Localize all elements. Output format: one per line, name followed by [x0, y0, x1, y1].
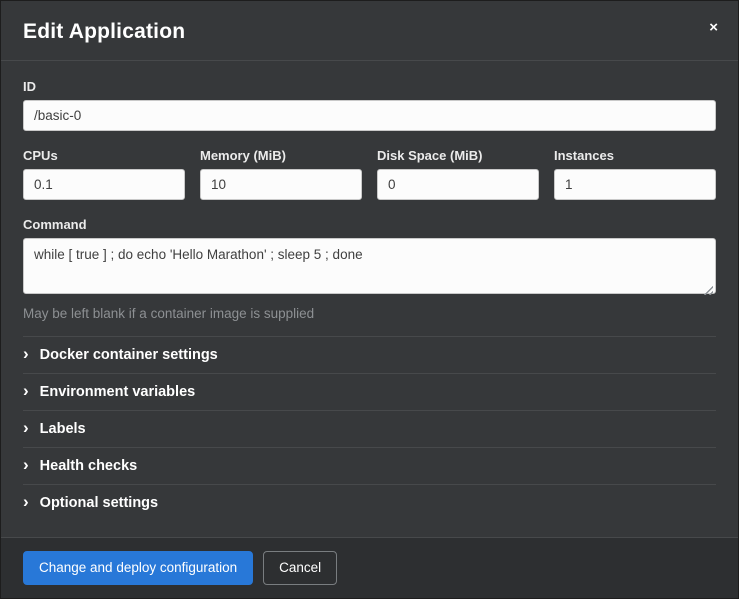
section-label: Health checks [40, 458, 138, 474]
instances-input[interactable] [554, 169, 716, 200]
command-textarea[interactable]: while [ true ] ; do echo 'Hello Marathon… [23, 238, 716, 294]
instances-label: Instances [554, 148, 716, 163]
memory-label: Memory (MiB) [200, 148, 362, 163]
instances-field-group: Instances [554, 148, 716, 200]
cpus-input[interactable] [23, 169, 185, 200]
id-label: ID [23, 79, 716, 94]
section-environment-variables[interactable]: › Environment variables [23, 373, 716, 410]
accordion-sections: › Docker container settings › Environmen… [23, 336, 716, 521]
id-field-group: ID [23, 79, 716, 131]
memory-input[interactable] [200, 169, 362, 200]
chevron-right-icon: › [23, 384, 29, 398]
chevron-right-icon: › [23, 495, 29, 509]
chevron-right-icon: › [23, 347, 29, 361]
section-optional-settings[interactable]: › Optional settings [23, 484, 716, 521]
section-label: Environment variables [40, 384, 196, 400]
memory-field-group: Memory (MiB) [200, 148, 362, 200]
command-textarea-wrap: while [ true ] ; do echo 'Hello Marathon… [23, 238, 716, 299]
modal-body: ID CPUs Memory (MiB) Disk Space (MiB) In… [1, 61, 738, 537]
section-docker-container-settings[interactable]: › Docker container settings [23, 336, 716, 373]
modal-footer: Change and deploy configuration Cancel [1, 537, 738, 598]
resources-row: CPUs Memory (MiB) Disk Space (MiB) Insta… [23, 148, 716, 200]
cpus-label: CPUs [23, 148, 185, 163]
section-labels[interactable]: › Labels [23, 410, 716, 447]
modal-header: Edit Application × [1, 1, 738, 61]
disk-field-group: Disk Space (MiB) [377, 148, 539, 200]
chevron-right-icon: › [23, 458, 29, 472]
disk-input[interactable] [377, 169, 539, 200]
section-label: Optional settings [40, 495, 158, 511]
disk-label: Disk Space (MiB) [377, 148, 539, 163]
change-and-deploy-button[interactable]: Change and deploy configuration [23, 551, 253, 585]
command-field-group: Command while [ true ] ; do echo 'Hello … [23, 217, 716, 321]
page-title: Edit Application [23, 20, 716, 44]
chevron-right-icon: › [23, 421, 29, 435]
command-label: Command [23, 217, 716, 232]
close-icon[interactable]: × [705, 18, 722, 37]
cancel-button[interactable]: Cancel [263, 551, 337, 585]
cpus-field-group: CPUs [23, 148, 185, 200]
section-label: Labels [40, 421, 86, 437]
section-health-checks[interactable]: › Health checks [23, 447, 716, 484]
id-input[interactable] [23, 100, 716, 131]
edit-application-modal: Edit Application × ID CPUs Memory (MiB) … [0, 0, 739, 599]
command-help-text: May be left blank if a container image i… [23, 306, 716, 321]
section-label: Docker container settings [40, 347, 218, 363]
